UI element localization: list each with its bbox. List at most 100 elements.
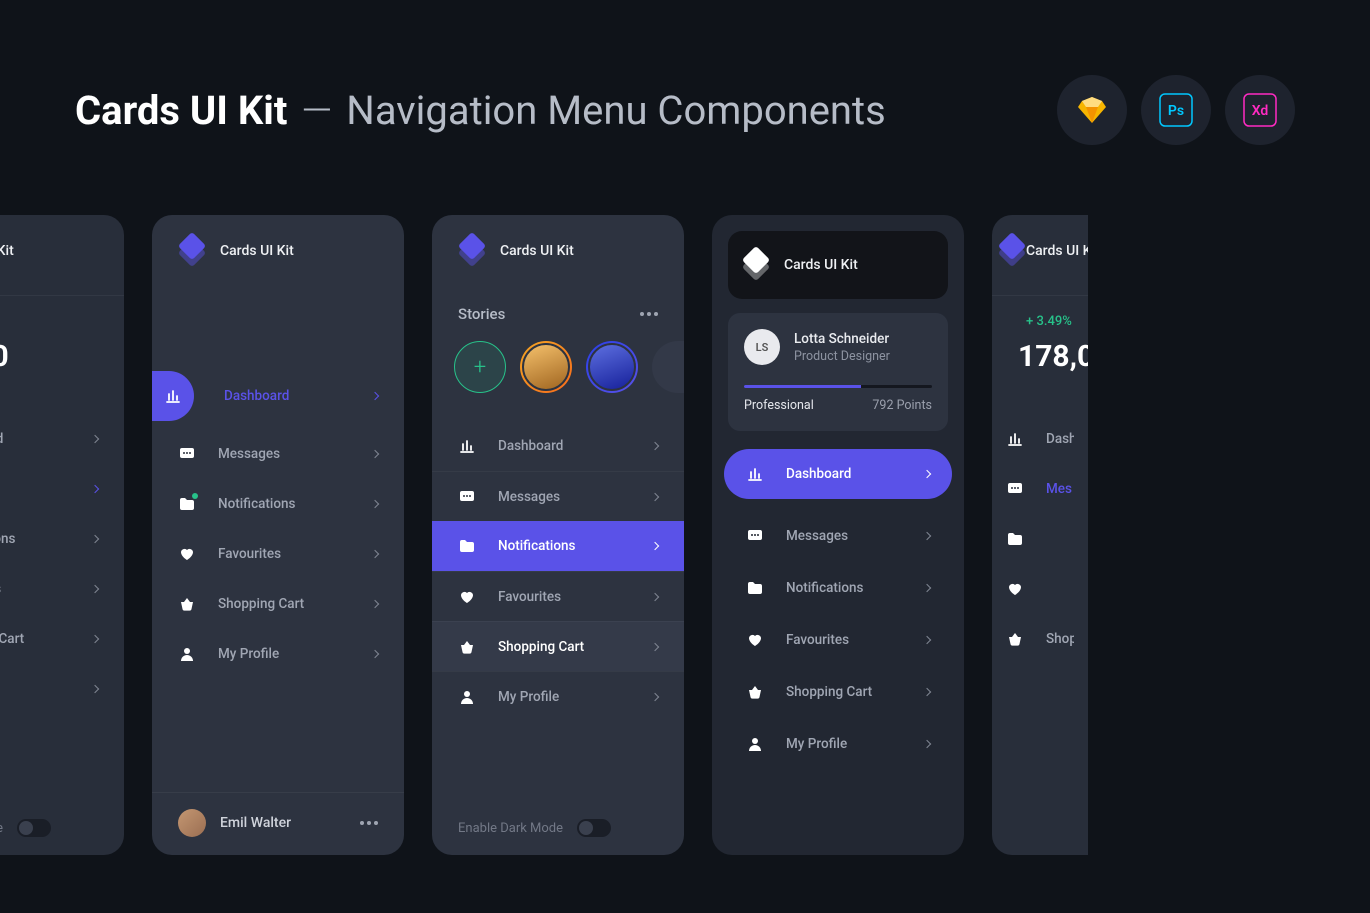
sidebar-item-profile[interactable]: My Profile [0,664,124,714]
stat-value: 178,0 [1018,339,1062,374]
sidebar-item-messages[interactable]: Messages [152,429,404,479]
heart-icon [1006,582,1024,596]
card-header: Cards UI Kit [432,215,684,295]
sidebar-item-favourites[interactable]: Favourites [432,571,684,621]
folder-icon [178,497,196,511]
sidebar-item-label: My Profile [498,689,630,705]
folder-icon [746,581,764,595]
brand-text: Cards UI Kit [784,257,858,273]
sidebar-item-dashboard[interactable]: Dashboard [432,421,684,471]
sidebar-item-label: Messages [218,446,350,462]
profile-card[interactable]: LS Lotta Schneider Product Designer Prof… [728,313,948,431]
more-icon[interactable] [640,312,658,316]
dark-mode-toggle[interactable]: Enable Dark Mode [432,803,684,855]
sidebar-item-favourites[interactable]: Favourites [0,564,124,614]
sidebar-item-shopping-cart[interactable]: Shopping Cart [432,621,684,671]
profile-name: Lotta Schneider [794,331,890,347]
sidebar-item-label: Notifications [498,538,630,554]
sidebar-item-shopping-cart[interactable]: Shopping Cart [724,667,952,717]
chevron-right-icon [91,585,99,593]
chart-icon [458,438,476,454]
chevron-right-icon [923,740,931,748]
sketch-icon [1057,75,1127,145]
page-title: Cards UI Kit — Navigation Menu Component… [75,87,886,134]
sidebar-item-label: Messages [0,481,70,497]
sidebar-item-dashboard[interactable]: Dashboard [152,371,404,421]
avatar [178,809,206,837]
toggle-switch[interactable] [17,819,51,837]
sidebar-item-label: Shopping Cart [0,631,70,647]
logo-icon [458,237,486,265]
chevron-right-icon [923,532,931,540]
sidebar-item-dashboard[interactable]: Dash [992,414,1088,464]
sidebar-item-messages[interactable]: Messages [0,464,124,514]
dark-mode-label: Enable Dark Mode [458,821,563,836]
sidebar-item-profile[interactable]: My Profile [152,629,404,679]
sidebar-item-favourites[interactable] [992,564,1088,614]
sidebar-item-label: My Profile [218,646,350,662]
chart-icon [1006,431,1024,447]
stat-delta-text: + 3.49% [1026,314,1072,329]
add-story-button[interactable]: + [454,341,506,393]
chevron-right-icon [651,592,659,600]
sidebar-item-label: Messages [498,489,630,505]
sidebar-item-shopping-cart[interactable]: Shopping Cart [0,614,124,664]
chevron-right-icon [651,442,659,450]
sidebar-item-favourites[interactable]: Favourites [152,529,404,579]
sidebar-item-favourites[interactable]: Favourites [724,615,952,665]
sidebar-item-label: Notifications [218,496,350,512]
sidebar-item-label: Messages [786,528,902,544]
sidebar-item-messages[interactable]: Messages [432,471,684,521]
sidebar-item-label: Shopping Cart [218,596,350,612]
footer-user[interactable]: Emil Walter [152,792,404,855]
sidebar-item-messages[interactable]: Mes [992,464,1088,514]
story-avatar[interactable] [652,341,684,393]
chevron-right-icon [371,450,379,458]
card-header: Cards UI Kit [992,215,1088,296]
chevron-right-icon [371,600,379,608]
chat-icon [1006,482,1024,496]
sidebar-item-shopping-cart[interactable]: Shop [992,614,1088,664]
title-main: Cards UI Kit [75,87,287,134]
toggle-switch[interactable] [577,819,611,837]
sidebar-item-shopping-cart[interactable]: Shopping Cart [152,579,404,629]
user-icon [178,646,196,662]
sidebar-item-profile[interactable]: My Profile [432,671,684,721]
story-avatar[interactable] [586,341,638,393]
sidebar-item-profile[interactable]: My Profile [724,719,952,769]
sidebar-item-label: Shopping Cart [786,684,902,700]
sidebar-item-dashboard[interactable]: Dashboard [724,449,952,499]
notification-dot [192,493,198,499]
sidebar-item-notifications[interactable]: Notifications [152,479,404,529]
sidebar-item-notifications[interactable]: Notifications [0,514,124,564]
sidebar-item-label: Notifications [0,531,70,547]
photoshop-icon: Ps [1141,75,1211,145]
sidebar-item-label: Favourites [218,546,350,562]
chevron-right-icon [371,650,379,658]
chevron-right-icon [923,470,931,478]
basket-icon [178,597,196,611]
chevron-right-icon [91,635,99,643]
nav-card-fragment-right: Cards UI Kit + 3.49% 178,0 Dash Mes [992,215,1088,855]
chat-icon [746,529,764,543]
stories-title: Stories [458,305,505,323]
progress-bar [744,385,932,388]
chevron-right-icon [923,636,931,644]
sidebar-item-notifications[interactable] [992,514,1088,564]
sidebar-item-label: Notifications [786,580,902,596]
chevron-right-icon [651,492,659,500]
sidebar-item-label: Dashboard [786,466,902,482]
chevron-right-icon [371,500,379,508]
more-icon[interactable] [360,821,378,825]
user-icon [458,689,476,705]
dark-mode-toggle[interactable]: Enable Dark Mode [0,803,124,855]
user-icon [746,736,764,752]
active-indicator [152,371,194,421]
sidebar-item-messages[interactable]: Messages [724,511,952,561]
sidebar-item-notifications[interactable]: Notifications [724,563,952,613]
sidebar-item-label: Favourites [0,581,70,597]
nav-card-profile: Cards UI Kit LS Lotta Schneider Product … [712,215,964,855]
story-avatar[interactable] [520,341,572,393]
sidebar-item-dashboard[interactable]: Dashboard [0,414,124,464]
sidebar-item-notifications[interactable]: Notifications [432,521,684,571]
